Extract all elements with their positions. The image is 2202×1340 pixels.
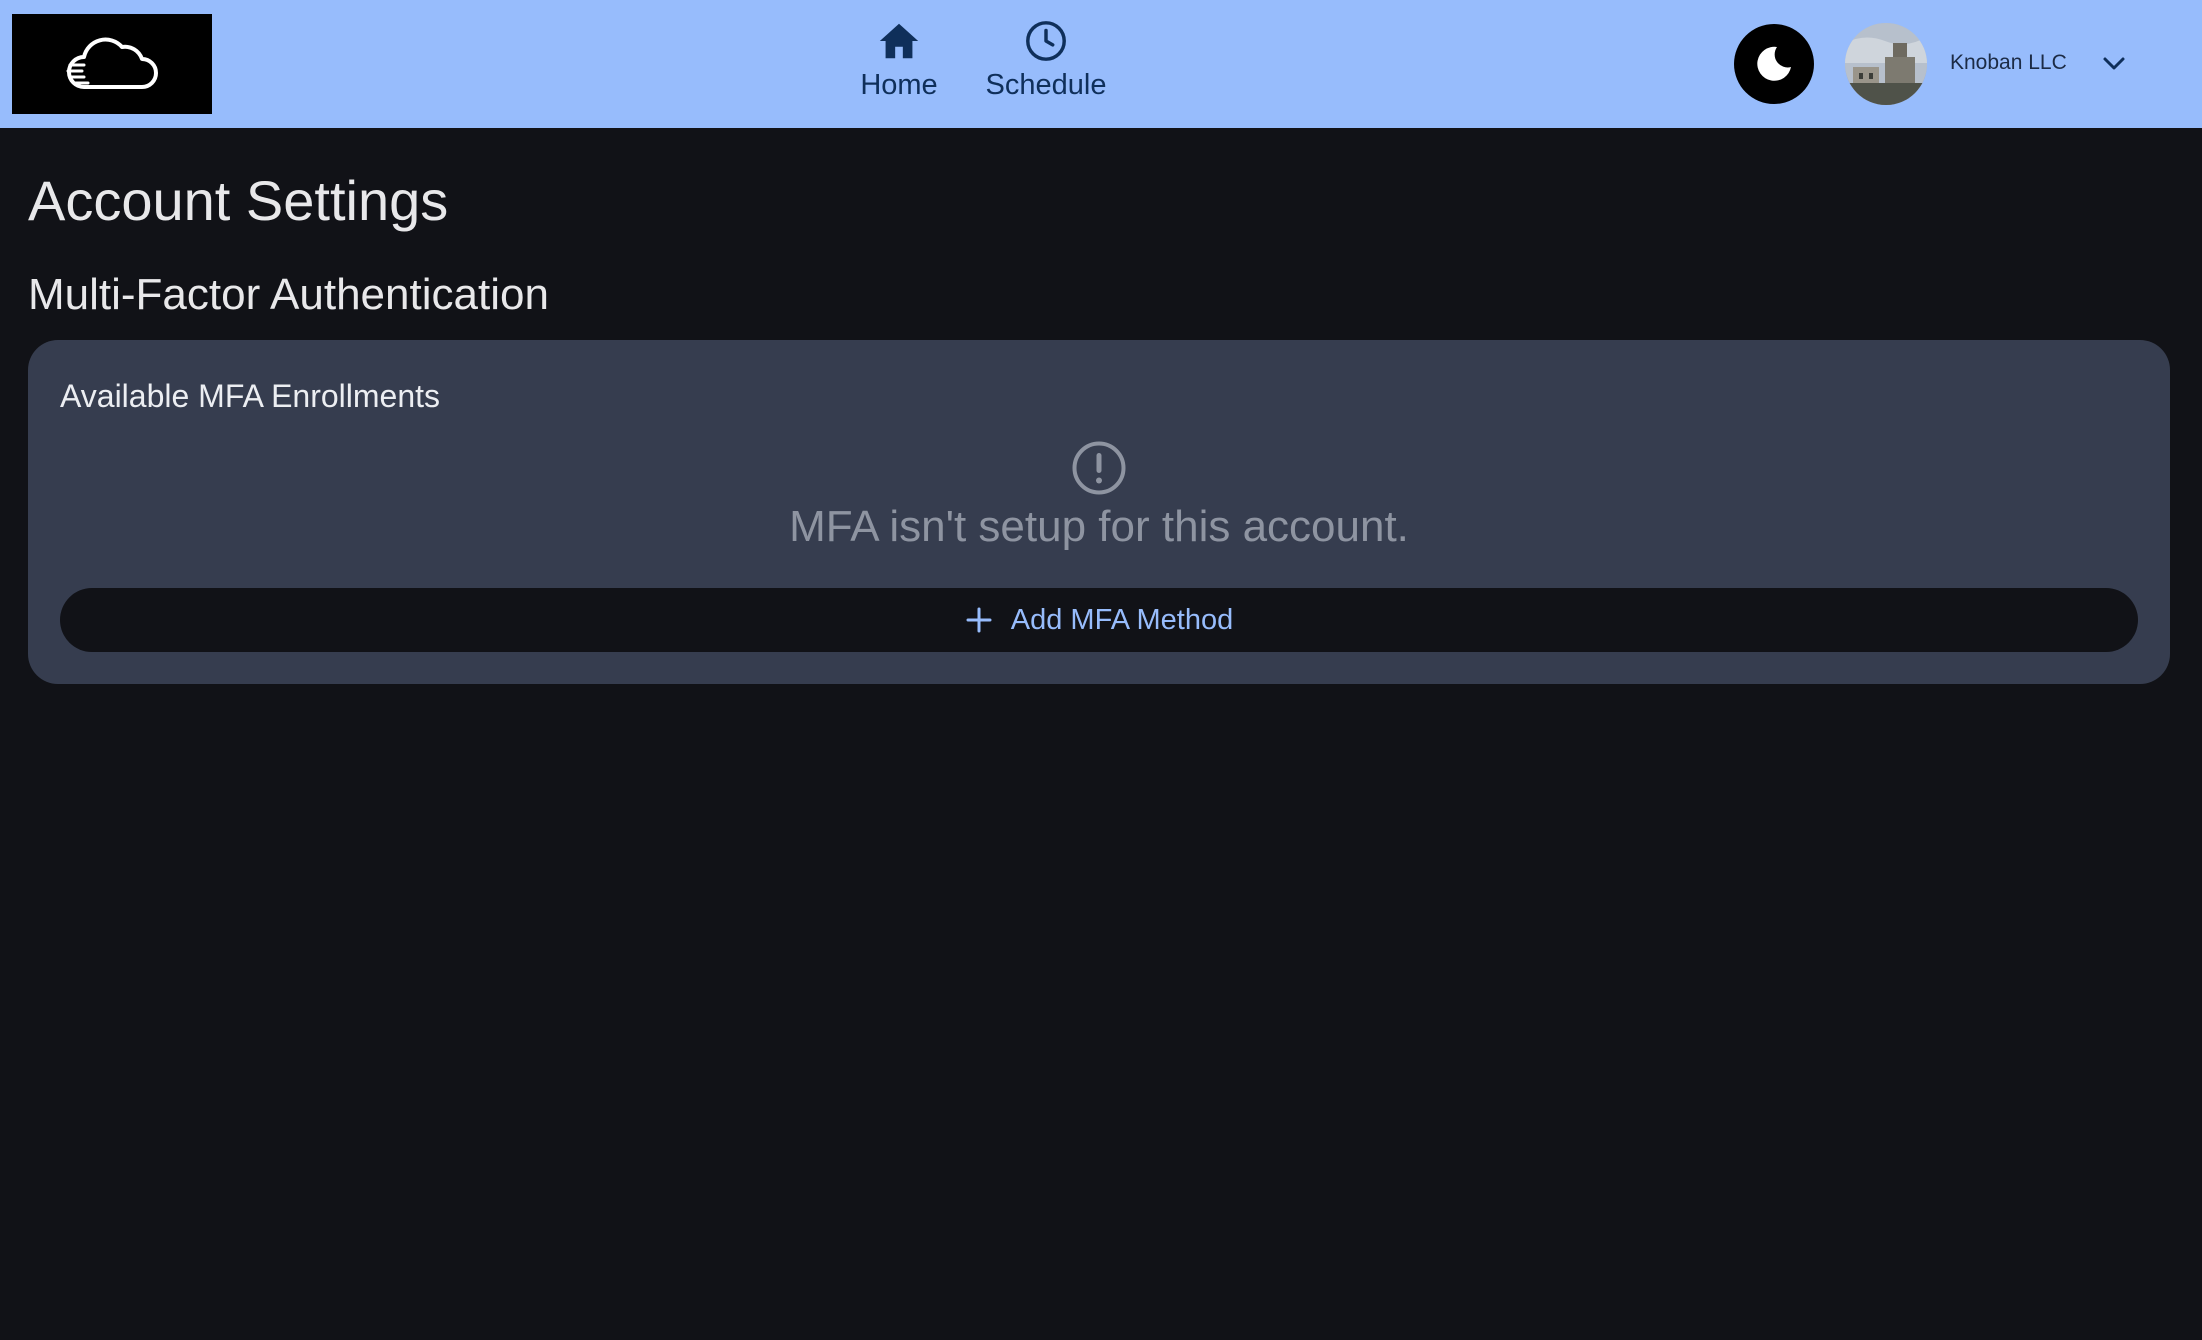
chevron-down-icon[interactable] [2098,48,2130,80]
user-avatar[interactable] [1845,23,1927,105]
clock-icon [1026,21,1066,61]
exclamation-circle-icon [1072,441,1126,495]
app-logo[interactable] [12,14,212,114]
moon-icon [1757,46,1791,81]
home-icon [879,23,919,59]
avatar-photo [1845,23,1927,105]
nav-schedule-label: Schedule [985,69,1107,101]
mfa-section-title: Multi-Factor Authentication [28,270,549,319]
theme-toggle-button[interactable] [1734,24,1814,104]
mfa-enrollments-card: Available MFA Enrollments MFA isn't setu… [28,340,2170,684]
top-header: Home Schedule Knoban LLC [0,0,2202,128]
cloud-icon [66,37,158,89]
plus-icon [966,607,992,633]
add-mfa-method-label: Add MFA Method [1010,604,1234,636]
nav-home[interactable]: Home [848,18,950,102]
nav-schedule[interactable]: Schedule [984,18,1108,102]
nav-home-label: Home [860,69,938,101]
mfa-card-title: Available MFA Enrollments [60,378,441,414]
mfa-empty-message: MFA isn't setup for this account. [789,502,1409,551]
user-name[interactable]: Knoban LLC [1950,50,2067,76]
add-mfa-method-button[interactable]: Add MFA Method [60,588,2138,652]
page-title: Account Settings [28,169,449,232]
